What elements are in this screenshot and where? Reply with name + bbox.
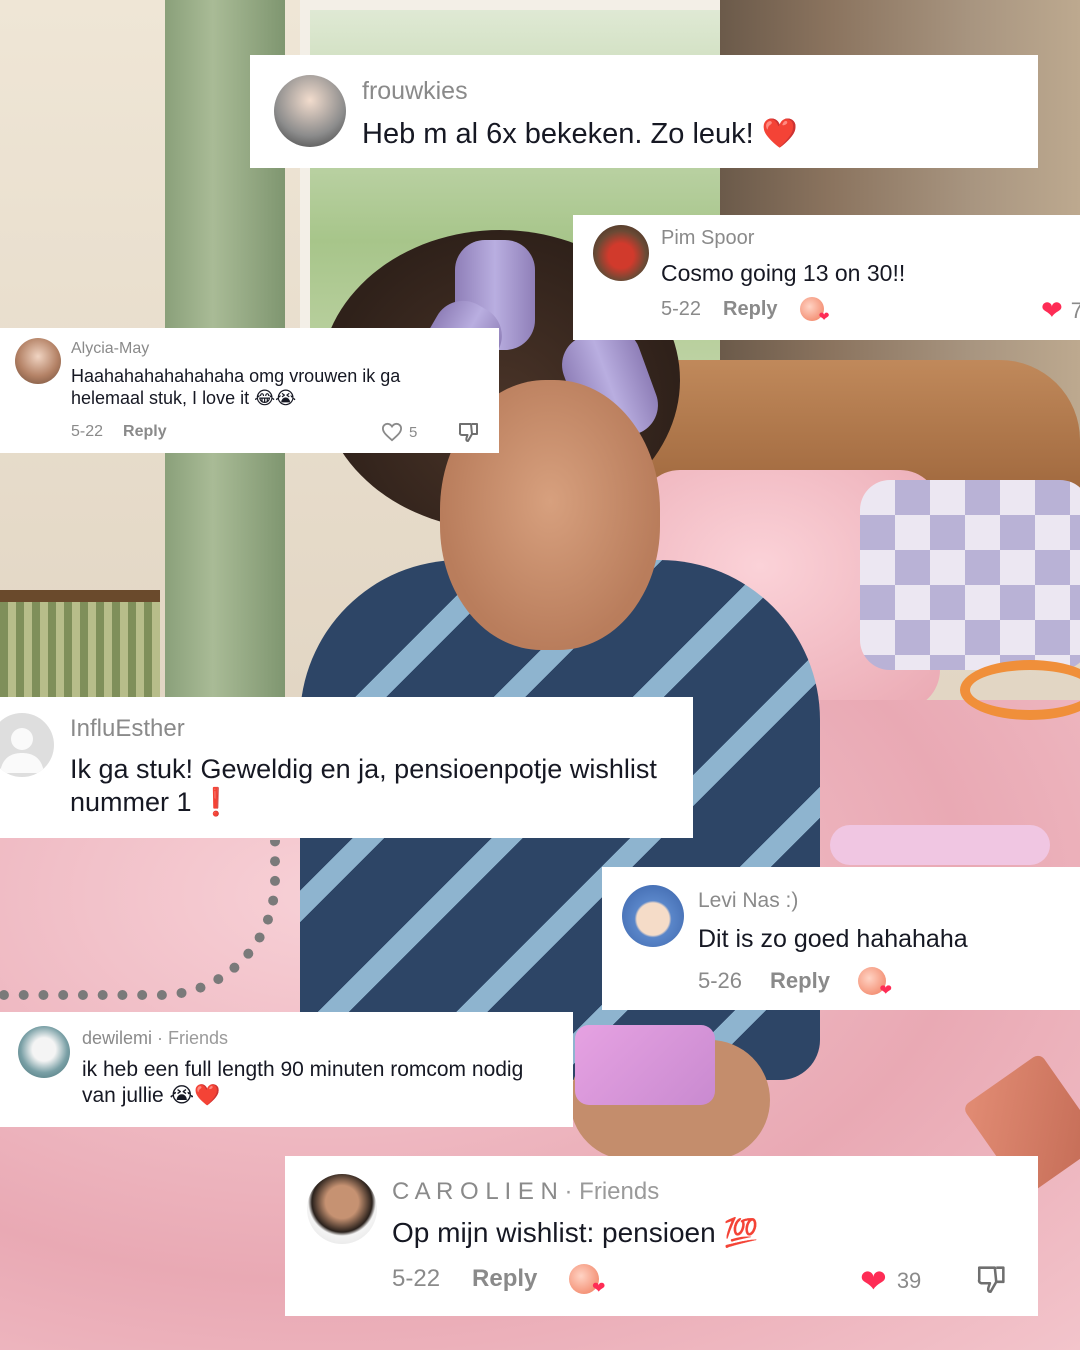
avatar[interactable]: [18, 1026, 70, 1078]
comment-username[interactable]: InfluEsther: [70, 715, 185, 743]
comment-date: 5-22: [661, 297, 702, 320]
avatar[interactable]: [622, 885, 684, 947]
friends-tag: · Friends: [557, 1178, 660, 1205]
comment-username[interactable]: frouwkies: [362, 77, 468, 106]
comment-username[interactable]: Pim Spoor: [661, 227, 754, 250]
background-photo: [0, 0, 1080, 1350]
like-count: 5: [409, 423, 418, 441]
username-text: dewilemi: [82, 1028, 153, 1048]
comment-text: Ik ga stuk! Geweldig en ja, pensioenpotj…: [70, 754, 657, 817]
like-count: 39: [896, 1268, 922, 1293]
like-button[interactable]: 5: [381, 422, 417, 442]
creator-liked-badge-icon: ❤: [857, 967, 892, 999]
like-button[interactable]: ❤ 39: [860, 1262, 921, 1300]
comment-date: 5-22: [392, 1265, 441, 1292]
comment-text: Cosmo going 13 on 30!!: [661, 260, 906, 286]
avatar[interactable]: [307, 1174, 377, 1244]
like-count: 7: [1070, 297, 1080, 323]
comment-username[interactable]: Levi Nas :): [698, 889, 798, 913]
avatar[interactable]: [274, 75, 346, 147]
comment-date: 5-26: [698, 968, 743, 993]
comment-date: 5-22: [71, 423, 104, 440]
reply-button[interactable]: Reply: [770, 968, 830, 994]
comment-meta: 5-22 Reply: [71, 423, 167, 441]
comment-card-dewilemi: dewilemi · Friends ik heb een full lengt…: [0, 1012, 573, 1127]
comment-card-alycia-may: Alycia-May Haahahahahahahaha omg vrouwen…: [0, 328, 499, 453]
comment-meta: 5-22 Reply ❤: [661, 297, 830, 324]
thumbs-down-icon[interactable]: [457, 420, 481, 449]
like-button[interactable]: ❤ 7: [1041, 295, 1080, 326]
comment-text: Op mijn wishlist: pensioen 💯: [392, 1217, 759, 1248]
reply-button[interactable]: Reply: [723, 298, 777, 321]
username-text: C A R O L I E N: [392, 1178, 558, 1205]
heart-icon: ❤: [860, 1263, 887, 1299]
comment-meta: 5-26 Reply ❤: [698, 967, 892, 999]
reply-button[interactable]: Reply: [123, 423, 167, 441]
comment-text: ik heb een full length 90 minuten romcom…: [82, 1058, 524, 1107]
heart-icon: ❤: [1041, 295, 1063, 325]
comment-card-influesther: InfluEsther Ik ga stuk! Geweldig en ja, …: [0, 697, 693, 838]
friends-tag: · Friends: [152, 1028, 229, 1048]
avatar[interactable]: [593, 225, 649, 281]
comment-card-frouwkies: frouwkies Heb m al 6x bekeken. Zo leuk! …: [250, 55, 1038, 168]
avatar[interactable]: [0, 713, 54, 777]
default-avatar-icon: [0, 728, 44, 773]
avatar[interactable]: [15, 338, 61, 384]
comment-card-carolien: C A R O L I E N · Friends Op mijn wishli…: [285, 1156, 1038, 1316]
comment-username[interactable]: Alycia-May: [71, 340, 149, 358]
thumbs-down-icon[interactable]: [975, 1262, 1009, 1301]
creator-liked-badge-icon: ❤: [799, 297, 830, 324]
comment-meta: 5-22 Reply ❤: [392, 1264, 605, 1297]
comment-text: Dit is zo goed hahahaha: [698, 925, 968, 953]
comment-card-levi-nas: Levi Nas :) Dit is zo goed hahahaha 5-26…: [602, 867, 1080, 1010]
comment-text: Heb m al 6x bekeken. Zo leuk! ❤️: [362, 118, 798, 150]
reply-button[interactable]: Reply: [472, 1265, 537, 1293]
comment-username[interactable]: dewilemi · Friends: [82, 1028, 228, 1049]
creator-liked-badge-icon: ❤: [569, 1264, 605, 1297]
heart-icon: [381, 422, 403, 442]
comment-card-pim-spoor: Pim Spoor Cosmo going 13 on 30!! 5-22 Re…: [573, 215, 1080, 340]
comment-text: Haahahahahahahaha omg vrouwen ik ga hele…: [71, 366, 401, 408]
comment-username[interactable]: C A R O L I E N · Friends: [392, 1178, 659, 1206]
